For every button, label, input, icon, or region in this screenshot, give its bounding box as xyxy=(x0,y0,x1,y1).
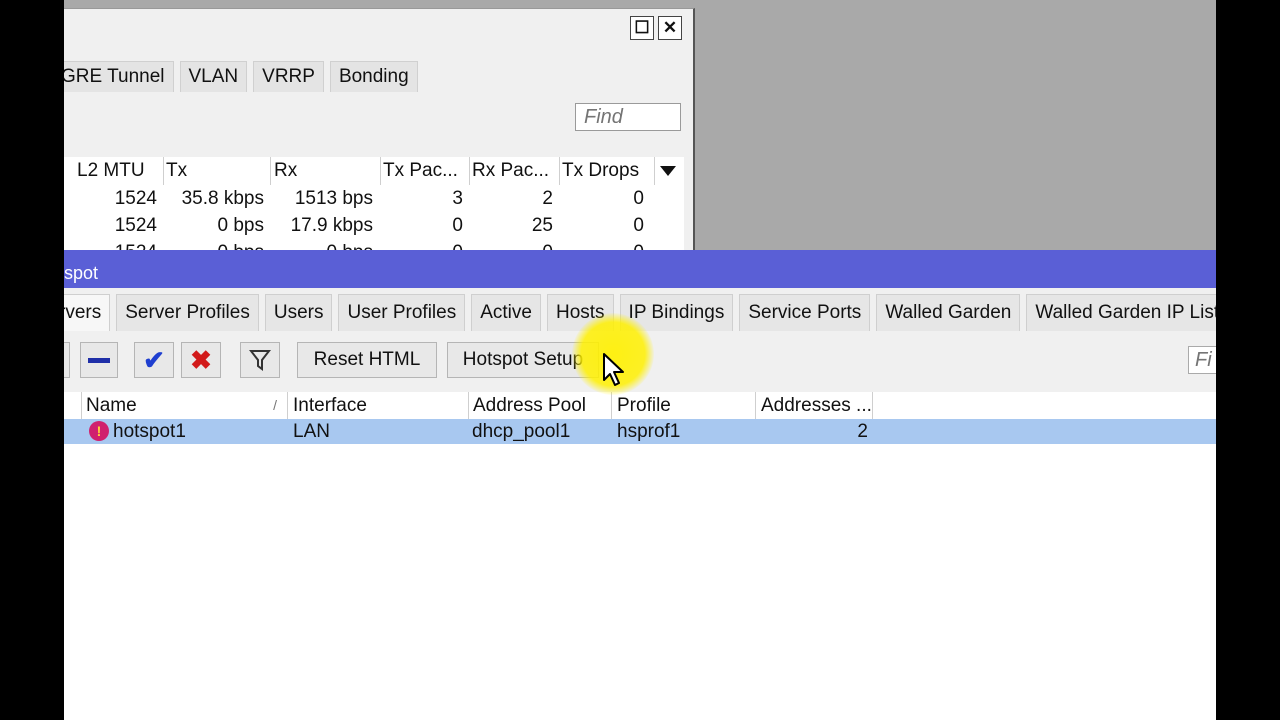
hotspot-toolbar: ✔ ✖ Reset HTML Hotspot Setup xyxy=(64,338,1216,382)
interfaces-window: ☐ ✕ GRE Tunnel VLAN VRRP Bonding L2 MTU … xyxy=(64,8,695,254)
cell-rx-packets: 25 xyxy=(531,215,553,236)
cell-tx-packets: 0 xyxy=(452,215,463,236)
disable-button[interactable]: ✖ xyxy=(181,342,221,378)
sort-indicator: / xyxy=(273,397,277,413)
tab-users[interactable]: Users xyxy=(264,294,333,331)
interfaces-find-input[interactable] xyxy=(575,103,681,131)
servers-table-body: ! hotspot1 LAN dhcp_pool1 hsprof1 2 xyxy=(64,419,1216,720)
maximize-icon: ☐ xyxy=(634,18,650,37)
column-interface[interactable]: Interface xyxy=(288,392,469,419)
tab-walled-garden-ip-list[interactable]: Walled Garden IP List xyxy=(1026,294,1216,331)
close-icon: ✕ xyxy=(662,18,678,37)
column-name[interactable]: Name / xyxy=(82,392,288,419)
interfaces-table-body: 1524 35.8 kbps 1513 bps 3 2 0 1524 0 bps… xyxy=(64,185,684,254)
cell-profile: hsprof1 xyxy=(617,421,681,442)
column-tx-packets[interactable]: Tx Pac... xyxy=(380,157,470,185)
column-rx[interactable]: Rx xyxy=(271,157,381,185)
tab-bonding[interactable]: Bonding xyxy=(329,61,418,92)
interfaces-table-header: L2 MTU Tx Rx Tx Pac... Rx Pac... Tx Drop… xyxy=(64,157,684,186)
winbox-workspace: ☐ ✕ GRE Tunnel VLAN VRRP Bonding L2 MTU … xyxy=(64,0,1216,720)
column-name-label: Name xyxy=(86,395,137,416)
window-title: spot xyxy=(64,263,99,283)
table-row[interactable]: ! hotspot1 LAN dhcp_pool1 hsprof1 2 xyxy=(64,419,1216,444)
filter-button[interactable] xyxy=(240,342,280,378)
remove-button[interactable] xyxy=(80,342,118,378)
interfaces-tabs: GRE Tunnel VLAN VRRP Bonding xyxy=(64,61,424,97)
cell-address-pool: dhcp_pool1 xyxy=(472,421,571,442)
minus-icon xyxy=(88,357,110,363)
tab-service-ports[interactable]: Service Ports xyxy=(739,294,871,331)
column-profile[interactable]: Profile xyxy=(612,392,756,419)
tab-servers[interactable]: rvers xyxy=(64,294,111,331)
add-button[interactable] xyxy=(64,342,70,378)
hotspot-server-icon: ! xyxy=(89,421,109,441)
cell-rx: 17.9 kbps xyxy=(290,215,373,236)
check-icon: ✔ xyxy=(143,344,165,375)
window-controls: ☐ ✕ xyxy=(630,16,682,40)
tab-active[interactable]: Active xyxy=(471,294,541,331)
column-rx-packets[interactable]: Rx Pac... xyxy=(469,157,560,185)
cell-addresses: 2 xyxy=(857,421,868,442)
maximize-button[interactable]: ☐ xyxy=(630,16,654,40)
tab-ip-bindings[interactable]: IP Bindings xyxy=(619,294,734,331)
table-row[interactable]: 1524 35.8 kbps 1513 bps 3 2 0 xyxy=(64,185,684,212)
column-tx[interactable]: Tx xyxy=(163,157,271,185)
cell-l2-mtu: 1524 xyxy=(114,188,157,209)
tab-hosts[interactable]: Hosts xyxy=(546,294,614,331)
tab-user-profiles[interactable]: User Profiles xyxy=(338,294,466,331)
enable-button[interactable]: ✔ xyxy=(134,342,174,378)
cell-tx: 0 bps xyxy=(217,215,264,236)
column-flags[interactable] xyxy=(64,392,82,419)
reset-html-button[interactable]: Reset HTML xyxy=(297,342,437,378)
hotspot-tabs: rvers Server Profiles Users User Profile… xyxy=(64,294,1216,336)
column-l2-mtu[interactable]: L2 MTU xyxy=(74,157,164,185)
tab-vlan[interactable]: VLAN xyxy=(179,61,248,92)
cell-rx: 1513 bps xyxy=(294,188,373,209)
cell-name: hotspot1 xyxy=(113,421,186,442)
screen-border xyxy=(1216,0,1280,720)
x-icon: ✖ xyxy=(190,344,212,375)
cell-tx: 35.8 kbps xyxy=(181,188,264,209)
column-chooser-button[interactable] xyxy=(655,157,681,185)
cell-rx-packets: 2 xyxy=(542,188,553,209)
cell-interface: LAN xyxy=(293,421,330,442)
tab-gre-tunnel[interactable]: GRE Tunnel xyxy=(64,61,174,92)
tab-server-profiles[interactable]: Server Profiles xyxy=(116,294,259,331)
window-title-bar[interactable]: spot xyxy=(64,250,1216,288)
cell-tx-drops: 0 xyxy=(633,215,644,236)
hotspot-window: spot rvers Server Profiles Users User Pr… xyxy=(64,250,1216,720)
close-button[interactable]: ✕ xyxy=(658,16,682,40)
column-address-pool[interactable]: Address Pool xyxy=(469,392,612,419)
tab-walled-garden[interactable]: Walled Garden xyxy=(876,294,1021,331)
table-row[interactable]: 1524 0 bps 17.9 kbps 0 25 0 xyxy=(64,212,684,239)
servers-table-header: Name / Interface Address Pool Profile Add… xyxy=(64,392,1216,420)
hotspot-find-input[interactable] xyxy=(1188,346,1216,374)
filter-icon xyxy=(249,350,271,371)
column-addresses-per-mac[interactable]: Addresses ... xyxy=(756,392,873,419)
hotspot-setup-button[interactable]: Hotspot Setup xyxy=(447,342,599,378)
column-tx-drops[interactable]: Tx Drops xyxy=(559,157,655,185)
dropdown-arrow-icon xyxy=(660,166,676,176)
tab-vrrp[interactable]: VRRP xyxy=(253,61,324,92)
cell-l2-mtu: 1524 xyxy=(114,215,157,236)
cell-tx-packets: 3 xyxy=(452,188,463,209)
cell-tx-drops: 0 xyxy=(633,188,644,209)
